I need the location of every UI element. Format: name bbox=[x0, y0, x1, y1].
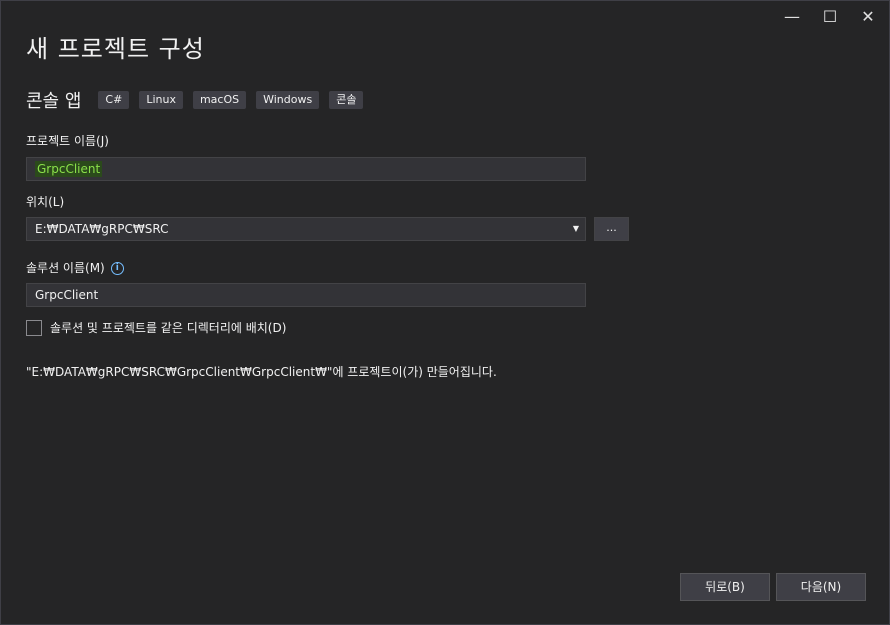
template-header: 콘솔 앱 C# Linux macOS Windows 콘솔 bbox=[26, 87, 373, 113]
next-button[interactable]: 다음(N) bbox=[776, 573, 866, 601]
same-directory-option[interactable]: 솔루션 및 프로젝트를 같은 디렉터리에 배치(D) bbox=[26, 319, 286, 336]
tag-windows: Windows bbox=[256, 91, 320, 109]
same-directory-label: 솔루션 및 프로젝트를 같은 디렉터리에 배치(D) bbox=[50, 321, 287, 335]
minimize-icon[interactable]: — bbox=[773, 1, 811, 31]
solution-name-label-row: 솔루션 이름(M) i bbox=[26, 259, 124, 276]
output-path-note: "E:₩DATA₩gRPC₩SRC₩GrpcClient₩GrpcClient₩… bbox=[26, 365, 497, 379]
solution-name-value: GrpcClient bbox=[35, 288, 99, 302]
solution-name-input[interactable]: GrpcClient bbox=[26, 283, 586, 307]
close-icon[interactable]: ✕ bbox=[849, 1, 887, 31]
tag-csharp: C# bbox=[98, 91, 130, 109]
tag-linux: Linux bbox=[139, 91, 183, 109]
location-label: 위치(L) bbox=[26, 195, 65, 209]
maximize-icon[interactable]: ☐ bbox=[811, 1, 849, 31]
chevron-down-icon[interactable]: ▼ bbox=[573, 218, 579, 240]
project-name-label: 프로젝트 이름(J) bbox=[26, 134, 109, 148]
template-name: 콘솔 앱 bbox=[26, 91, 82, 112]
tag-macos: macOS bbox=[192, 91, 247, 109]
project-name-value: GrpcClient bbox=[35, 161, 103, 177]
location-dropdown[interactable]: E:₩DATA₩gRPC₩SRC ▼ bbox=[26, 217, 586, 241]
dialog-window: — ☐ ✕ 새 프로젝트 구성 콘솔 앱 C# Linux macOS Wind… bbox=[0, 0, 890, 625]
back-button[interactable]: 뒤로(B) bbox=[680, 573, 770, 601]
info-icon[interactable]: i bbox=[110, 262, 124, 275]
location-value: E:₩DATA₩gRPC₩SRC bbox=[35, 222, 169, 236]
tag-console: 콘솔 bbox=[329, 91, 364, 109]
solution-name-label: 솔루션 이름(M) bbox=[26, 261, 105, 275]
browse-button[interactable]: ... bbox=[594, 217, 629, 241]
page-title: 새 프로젝트 구성 bbox=[26, 35, 205, 63]
project-name-input[interactable]: GrpcClient bbox=[26, 157, 586, 181]
same-directory-checkbox[interactable] bbox=[26, 319, 42, 336]
